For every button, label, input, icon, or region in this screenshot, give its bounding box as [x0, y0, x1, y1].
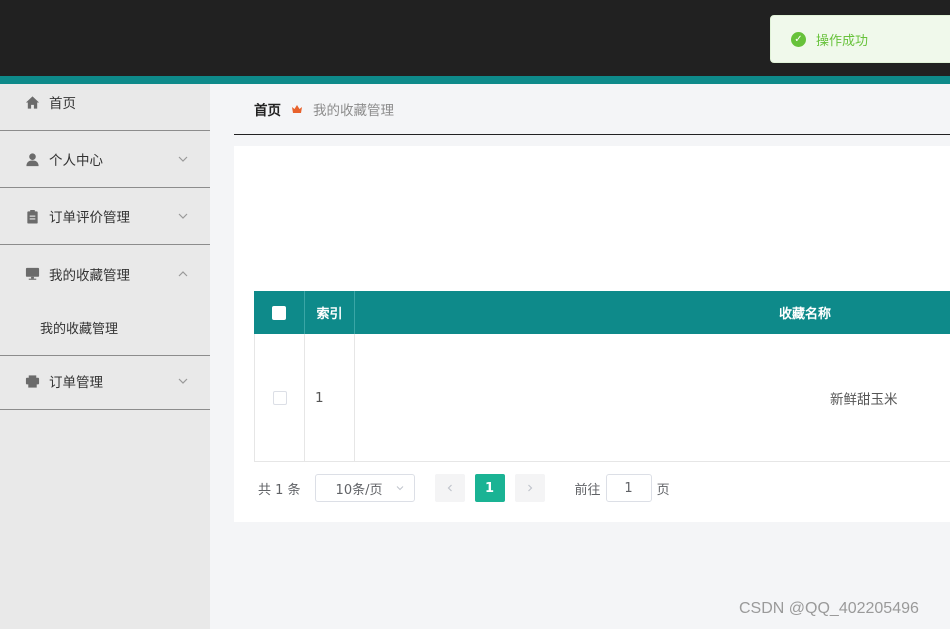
- sidebar-item-label: 订单管理: [49, 375, 103, 391]
- row-checkbox[interactable]: [272, 390, 287, 405]
- clipboard-icon: [25, 209, 40, 224]
- row-index: 1: [305, 334, 355, 461]
- sidebar-item-order-review[interactable]: 订单评价管理: [0, 188, 210, 245]
- crown-icon: [291, 103, 303, 115]
- select-all-cell: [254, 291, 305, 334]
- watermark: CSDN @QQ_402205496: [739, 600, 919, 617]
- chevron-down-icon: [396, 486, 403, 491]
- home-icon: [25, 95, 40, 110]
- goto-page-input[interactable]: 1: [605, 474, 652, 502]
- chevron-left-icon: [447, 484, 452, 492]
- next-page-button[interactable]: [514, 474, 545, 502]
- sidebar-item-label: 首页: [49, 96, 76, 112]
- printer-icon: [25, 374, 40, 389]
- breadcrumb: 首页 我的收藏管理: [234, 84, 950, 135]
- submenu-item-favorites-manage[interactable]: 我的收藏管理: [0, 299, 210, 356]
- column-header-index[interactable]: 索引: [305, 291, 355, 334]
- select-all-checkbox[interactable]: [272, 305, 286, 320]
- pagination-total: 共 1 条: [258, 482, 301, 498]
- goto-suffix: 页: [656, 482, 670, 498]
- user-icon: [25, 152, 40, 167]
- sidebar-item-order-manage[interactable]: 订单管理: [0, 353, 210, 410]
- chevron-down-icon: [178, 156, 188, 162]
- table-row[interactable]: 1 新鲜甜玉米: [254, 334, 950, 462]
- page-size-select[interactable]: 10条/页: [314, 474, 415, 502]
- column-header-name[interactable]: 收藏名称: [355, 291, 950, 334]
- chevron-down-icon: [178, 378, 188, 384]
- chevron-up-icon: [178, 270, 188, 276]
- success-toast: ✓ 操作成功: [770, 15, 950, 63]
- row-name: 新鲜甜玉米: [830, 391, 898, 408]
- toast-message: 操作成功: [816, 33, 869, 49]
- row-select-cell: [255, 334, 305, 461]
- check-circle-icon: ✓: [791, 31, 806, 47]
- monitor-icon: [25, 266, 40, 281]
- chevron-right-icon: [527, 484, 532, 492]
- sidebar-item-favorites[interactable]: 我的收藏管理: [0, 245, 210, 302]
- breadcrumb-current: 我的收藏管理: [313, 103, 394, 119]
- submenu-item-label: 我的收藏管理: [40, 321, 119, 337]
- page-number-button[interactable]: 1: [474, 474, 505, 502]
- breadcrumb-home[interactable]: 首页: [254, 99, 281, 119]
- pagination: 共 1 条 10条/页 1 前往 1 页: [258, 474, 670, 502]
- sidebar-item-home[interactable]: 首页: [0, 74, 210, 131]
- sidebar-item-personal-center[interactable]: 个人中心: [0, 131, 210, 188]
- sidebar-item-label: 个人中心: [49, 153, 103, 169]
- table-header: 索引 收藏名称: [254, 291, 950, 334]
- prev-page-button[interactable]: [434, 474, 465, 502]
- sidebar-item-label: 订单评价管理: [49, 210, 130, 226]
- goto-prefix: 前往: [574, 482, 601, 498]
- sidebar: 首页 个人中心 订单评价管理 我的收藏管理 我的收藏管理 订单管理: [0, 84, 210, 629]
- sidebar-item-label: 我的收藏管理: [49, 267, 130, 284]
- page-size-value: 10条/页: [335, 482, 383, 498]
- chevron-down-icon: [178, 213, 188, 219]
